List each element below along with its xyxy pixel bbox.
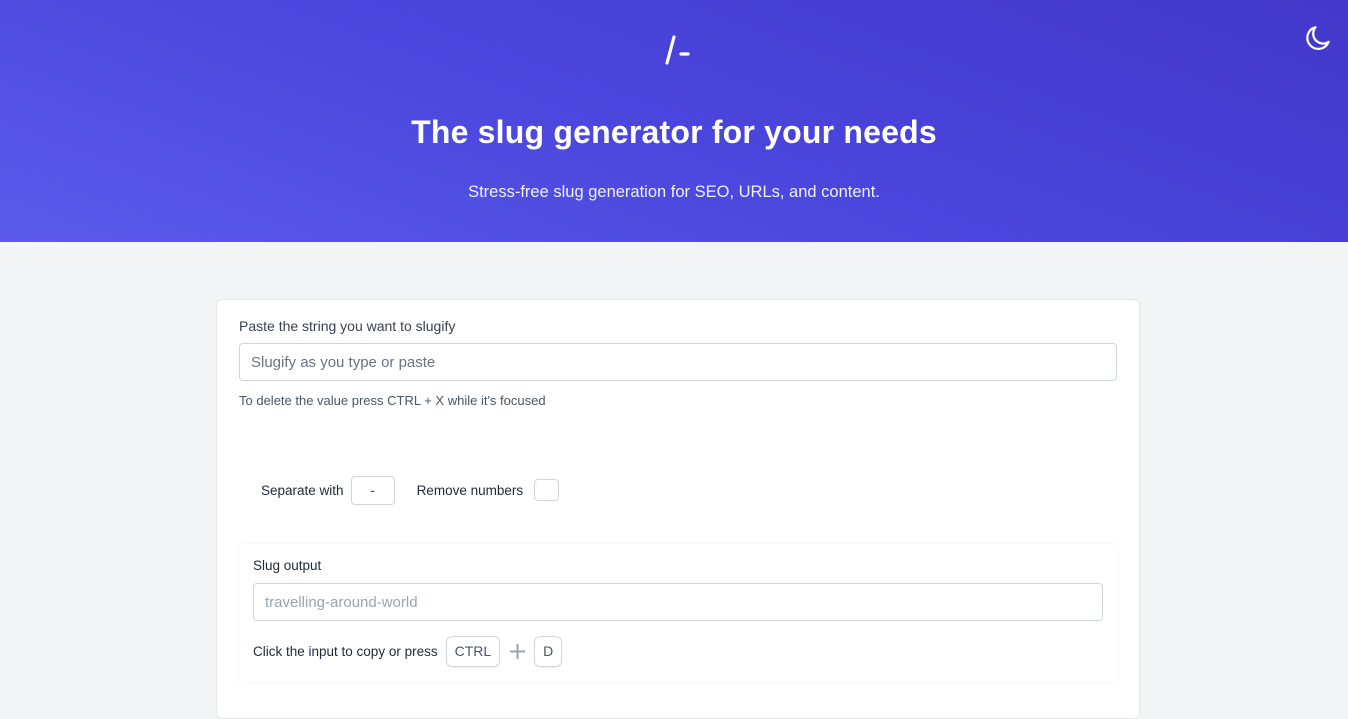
slugify-card: Paste the string you want to slugify To …	[216, 299, 1140, 719]
slug-output-label: Slug output	[253, 558, 322, 573]
ctrl-key: CTRL	[445, 635, 501, 667]
d-key: D	[534, 635, 563, 667]
copy-hint-row: Click the input to copy or press CTRL D	[253, 635, 563, 667]
page-title: The slug generator for your needs	[411, 114, 937, 150]
logo-icon	[665, 35, 690, 65]
options-row: Separate with - Remove numbers	[261, 475, 560, 505]
copy-hint-text: Click the input to copy or press	[253, 643, 438, 659]
string-input[interactable]	[239, 343, 1117, 381]
page-subtitle: Stress-free slug generation for SEO, URL…	[468, 183, 880, 201]
slug-output-field[interactable]: travelling-around-world	[253, 583, 1103, 621]
string-input-label: Paste the string you want to slugify	[239, 318, 456, 334]
remove-numbers-label: Remove numbers	[416, 482, 524, 498]
remove-numbers-checkbox[interactable]	[534, 479, 560, 501]
moon-icon[interactable]	[1304, 22, 1334, 52]
hero-header: The slug generator for your needs Stress…	[0, 0, 1348, 242]
slug-output-panel: Slug output travelling-around-world Clic…	[239, 544, 1117, 682]
separator-input[interactable]: -	[350, 475, 395, 505]
separator-label: Separate with	[261, 482, 344, 498]
delete-help-text: To delete the value press CTRL + X while…	[239, 393, 546, 408]
plus-icon	[510, 643, 526, 659]
